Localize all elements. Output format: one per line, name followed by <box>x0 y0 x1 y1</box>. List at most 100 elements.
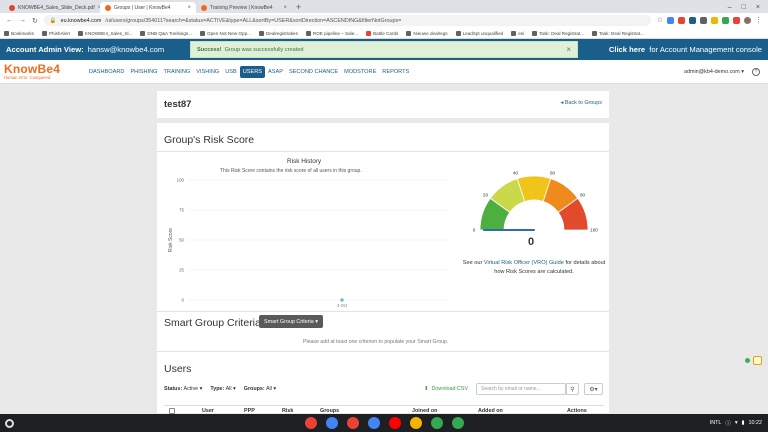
browser-tab[interactable]: KNOWBE4_Sales_Slide_Deck.pdf × <box>4 2 100 13</box>
extension-widget-icon[interactable] <box>753 356 762 365</box>
nav-users[interactable]: USERS <box>239 65 266 78</box>
bookmark[interactable]: DNB Q&A Toelsings... <box>140 30 192 36</box>
bookmark-icon <box>366 30 372 36</box>
shelf-app-icon[interactable] <box>452 417 464 429</box>
url-host: eu.knowbe4.com <box>60 17 102 24</box>
reload-icon[interactable]: ↻ <box>32 17 38 25</box>
help-icon[interactable]: ? <box>752 67 760 76</box>
back-arrow-icon[interactable]: ← <box>6 17 13 24</box>
shelf-app-icon[interactable] <box>326 417 338 429</box>
extension-icon[interactable] <box>722 17 729 24</box>
smart-group-note: Please add at least one criterion to pop… <box>303 339 449 345</box>
status-dot-icon <box>745 358 750 363</box>
clock: 10:22 <box>748 420 763 426</box>
account-console-link[interactable]: Click here for Account Management consol… <box>609 45 762 54</box>
nav-second-chance[interactable]: SECOND CHANCE <box>286 66 341 78</box>
nav-dashboard[interactable]: DASHBOARD <box>86 66 127 78</box>
shelf-app-icon[interactable] <box>410 417 422 429</box>
status-filter[interactable]: Status: Active ▾ <box>164 386 202 392</box>
window-controls: – □ × <box>728 2 768 13</box>
x-tick-label: 4 Oct <box>337 303 348 308</box>
pdf-icon <box>9 4 15 11</box>
nav-usb[interactable]: USB <box>222 66 240 78</box>
search-icon[interactable]: ⚲ <box>566 383 579 395</box>
bookmark-icon <box>258 30 264 36</box>
bookmark[interactable]: ROE pipeline – Sale... <box>305 30 358 36</box>
bookmark[interactable]: Dealregistraties <box>258 30 298 36</box>
shelf-app-icon[interactable] <box>389 417 401 429</box>
bookmark[interactable]: PhishAlert <box>41 30 70 36</box>
nav-reports[interactable]: REPORTS <box>379 66 412 78</box>
y-tick-label: 25 <box>179 268 184 273</box>
bookmark[interactable]: Task: Deal Registrat... <box>532 30 584 36</box>
account-dropdown[interactable]: admin@kb4-demo.com ▾ <box>684 69 744 75</box>
bookmark-icon <box>532 30 538 36</box>
user-search-input[interactable]: Search by email or name... <box>476 383 566 395</box>
system-tray[interactable]: INTL ⓘ ▾ ▮ 10:22 <box>710 419 768 427</box>
gauge-tick-label: 80 <box>580 192 586 197</box>
bookmark[interactable]: Battle Cards <box>366 30 398 36</box>
extension-icon[interactable] <box>678 17 685 24</box>
gear-icon[interactable]: ⚙▾ <box>584 383 603 395</box>
vro-guide-link[interactable]: Virtual Risk Officer (VRO) Guide <box>484 260 564 266</box>
minimize-icon[interactable]: – <box>728 2 732 13</box>
logo-tagline: Human error. Conquered. <box>4 75 52 80</box>
extension-icon[interactable] <box>700 17 707 24</box>
new-tab-button[interactable]: + <box>296 2 301 13</box>
bookmark[interactable]: Bookmarks <box>4 30 34 36</box>
close-icon[interactable]: × <box>566 45 571 54</box>
nav-asap[interactable]: ASAP <box>265 66 286 78</box>
shelf-app-icon[interactable] <box>368 417 380 429</box>
nav-vishing[interactable]: VISHING <box>193 66 222 78</box>
bookmark-icon <box>41 30 47 36</box>
bookmark[interactable]: Nieuwe dealregs <box>406 30 448 36</box>
maximize-icon[interactable]: □ <box>742 2 746 13</box>
shelf-app-icon[interactable] <box>305 417 317 429</box>
nav-training[interactable]: TRAINING <box>160 66 193 78</box>
close-icon[interactable]: × <box>283 5 287 11</box>
gauge-note: See our Virtual Risk Officer (VRO) Guide… <box>462 260 606 275</box>
profile-avatar[interactable] <box>744 17 751 24</box>
users-table-header: User PPP Risk Groups Joined on Added on … <box>164 405 604 414</box>
extension-icon[interactable] <box>711 17 718 24</box>
star-icon[interactable]: ☆ <box>657 17 663 24</box>
forward-arrow-icon[interactable]: → <box>19 17 26 24</box>
extension-icon[interactable] <box>733 17 740 24</box>
users-heading: Users <box>164 363 192 375</box>
shelf-app-icon[interactable] <box>431 417 443 429</box>
close-window-icon[interactable]: × <box>756 2 760 13</box>
nav-phishing[interactable]: PHISHING <box>127 66 160 78</box>
admin-view-label: Account Admin View: <box>6 45 84 54</box>
data-point <box>340 298 344 302</box>
bookmark-icon <box>592 30 598 36</box>
smart-group-criteria-button[interactable]: Smart Group Criteria ▾ <box>259 315 323 328</box>
bookmark-icon <box>406 30 412 36</box>
gauge-value: 0 <box>528 236 535 248</box>
url-path: /ui/users/groups/354011?search=&status=A… <box>105 17 402 24</box>
knowbe4-logo[interactable]: KnowBe4 Human error. Conquered. <box>4 61 80 83</box>
bookmark[interactable]: Open Not New Opp... <box>200 30 251 36</box>
toast-message: Group was successfully created <box>224 46 304 53</box>
type-filter[interactable]: Type: All ▾ <box>210 386 235 392</box>
back-to-groups-link[interactable]: ◂ Back to Groups <box>561 100 602 106</box>
menu-icon[interactable]: ⋮ <box>755 17 762 24</box>
bookmark[interactable]: esi <box>511 30 524 36</box>
download-csv-button[interactable]: ⬇ Download CSV <box>424 386 468 392</box>
launcher-icon[interactable] <box>5 418 14 428</box>
bookmark[interactable]: Task: Deal Registrat... <box>592 30 644 36</box>
bookmark-icon <box>4 30 9 36</box>
extension-icon[interactable] <box>667 17 674 24</box>
browser-tab-active[interactable]: Groups | User | KnowBe4 × <box>100 2 196 13</box>
nav-modstore[interactable]: MODSTORE <box>341 66 379 78</box>
bookmark[interactable]: LeadSpt unqualified <box>455 30 503 36</box>
shelf-app-icon[interactable] <box>347 417 359 429</box>
extension-icon[interactable] <box>689 17 696 24</box>
browser-tab[interactable]: Training Preview | KnowBe4 × <box>196 2 292 13</box>
divider <box>157 351 609 352</box>
extension-icons: ☆ ⋮ <box>657 17 762 24</box>
address-bar[interactable]: 🔒 eu.knowbe4.com/ui/users/groups/354011?… <box>43 15 651 26</box>
main-nav: DASHBOARD PHISHING TRAINING VISHING USB … <box>86 65 412 78</box>
close-icon[interactable]: × <box>187 5 191 11</box>
groups-filter[interactable]: Groups: All ▾ <box>244 386 276 392</box>
bookmark[interactable]: KNOWBE4_Sales_Sl... <box>77 30 132 36</box>
